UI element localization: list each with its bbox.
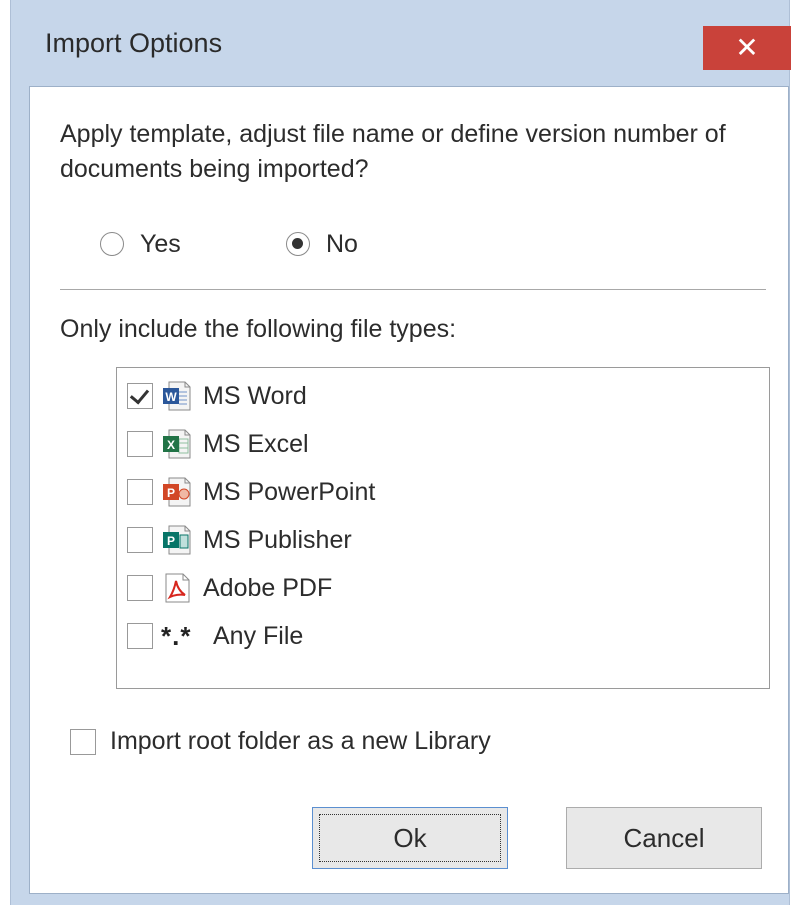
list-item-label: MS Word — [203, 381, 307, 410]
list-item-label: Adobe PDF — [203, 573, 333, 602]
list-item-label: MS PowerPoint — [203, 477, 376, 506]
radio-no-circle[interactable] — [286, 232, 310, 256]
svg-text:X: X — [167, 438, 175, 452]
list-item-label: MS Publisher — [203, 525, 352, 554]
cancel-label: Cancel — [623, 823, 705, 853]
radio-yes-circle[interactable] — [100, 232, 124, 256]
divider — [60, 289, 766, 290]
close-button[interactable]: ✕ — [703, 26, 791, 70]
filetypes-label: Only include the following file types: — [60, 315, 457, 343]
filetypes-list[interactable]: W MS Word X MS Excel P MS PowerPoint P M… — [116, 367, 770, 689]
radio-no-label: No — [326, 229, 358, 258]
radio-yes-label: Yes — [140, 229, 181, 258]
svg-text:W: W — [165, 390, 177, 404]
checkbox-ms-excel[interactable] — [127, 431, 153, 457]
root-folder-label: Import root folder as a new Library — [110, 727, 491, 755]
checkbox-ms-word[interactable] — [127, 383, 153, 409]
excel-icon: X — [161, 428, 193, 460]
radio-yes[interactable]: Yes — [100, 227, 181, 261]
svg-text:P: P — [167, 486, 175, 500]
list-item-label: MS Excel — [203, 429, 309, 458]
list-item-any-file[interactable]: *.* Any File — [127, 618, 303, 654]
list-item-ms-powerpoint[interactable]: P MS PowerPoint — [127, 474, 375, 510]
close-icon: ✕ — [735, 32, 759, 63]
dialog-title: Import Options — [45, 28, 223, 58]
root-folder-option[interactable]: Import root folder as a new Library — [70, 727, 491, 756]
checkbox-any-file[interactable] — [127, 623, 153, 649]
list-item-adobe-pdf[interactable]: Adobe PDF — [127, 570, 332, 606]
ok-button[interactable]: Ok — [312, 807, 508, 869]
list-item-label: Any File — [213, 621, 304, 650]
list-item-ms-word[interactable]: W MS Word — [127, 378, 307, 414]
root-folder-checkbox[interactable] — [70, 728, 96, 755]
dialog-window: Import Options ✕ Apply template, adjust … — [10, 0, 791, 905]
powerpoint-icon: P — [161, 476, 193, 508]
checkbox-ms-publisher[interactable] — [127, 527, 153, 553]
checkbox-ms-powerpoint[interactable] — [127, 479, 153, 505]
cancel-button[interactable]: Cancel — [566, 807, 762, 869]
focus-rect — [319, 814, 501, 862]
any-file-icon: *.* — [161, 620, 192, 651]
checkbox-adobe-pdf[interactable] — [127, 575, 153, 601]
list-item-ms-publisher[interactable]: P MS Publisher — [127, 522, 352, 558]
radio-no[interactable]: No — [286, 227, 358, 261]
pdf-icon — [161, 572, 193, 604]
svg-text:P: P — [167, 534, 175, 548]
publisher-icon: P — [161, 524, 193, 556]
question-text: Apply template, adjust file name or defi… — [60, 120, 726, 183]
dialog-body: Apply template, adjust file name or defi… — [29, 86, 789, 894]
word-icon: W — [161, 380, 193, 412]
list-item-ms-excel[interactable]: X MS Excel — [127, 426, 309, 462]
